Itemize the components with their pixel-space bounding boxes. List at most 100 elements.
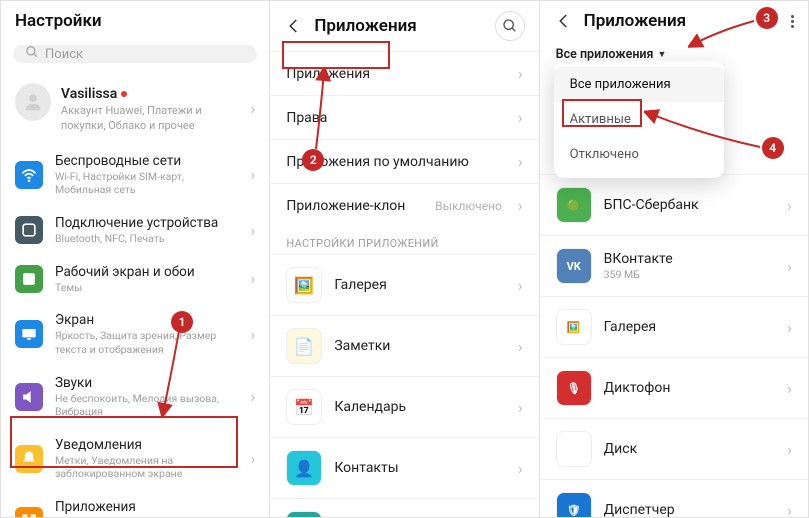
item-sub: Метки, Уведомления на заблокированном эк… — [55, 454, 239, 481]
item-sub: Не беспокоить, Мелодия вызова, Вибрация — [55, 392, 239, 419]
app-row[interactable]: 🛡 Диспетчер › — [540, 479, 808, 517]
apps-menu-item[interactable]: Приложение-клон Выключено › — [270, 183, 538, 227]
apps-top-list: Приложения › Права › Приложения по умолч… — [270, 51, 538, 227]
app-title: Календарь — [334, 399, 506, 415]
wifi-icon — [15, 161, 43, 189]
sound-icon — [15, 383, 43, 411]
apps-title: Приложения — [314, 16, 484, 36]
app-icon: 🟢 — [556, 187, 592, 223]
search-icon — [25, 45, 39, 63]
settings-item-wifi[interactable]: Беспроводные сетиWi-Fi, Настройки SIM-ка… — [1, 144, 269, 206]
app-row[interactable]: ▲ Диск › — [540, 418, 808, 479]
chevron-right-icon: › — [518, 398, 523, 417]
chevron-right-icon: › — [787, 501, 792, 518]
apps-menu-item[interactable]: Права › — [270, 95, 538, 139]
item-sub: Wi-Fi, Настройки SIM-карт, Мобильная сет… — [55, 170, 239, 197]
chevron-right-icon: › — [518, 337, 523, 356]
app-title: Диск — [604, 441, 776, 457]
avatar — [15, 83, 51, 121]
app-icon: VK — [556, 248, 592, 284]
app-icon: 🛡 — [556, 492, 592, 517]
app-row[interactable]: 👤 Контакты › — [270, 437, 538, 498]
app-icon: 👤 — [286, 450, 322, 486]
chevron-right-icon: › — [251, 512, 256, 517]
app-title: Заметки — [334, 338, 506, 354]
settings-item-apps[interactable]: ПриложенияПрава, Приложения по умолчанию… — [1, 490, 269, 517]
apps-header: Приложения — [270, 1, 538, 51]
home-icon — [15, 265, 43, 293]
chevron-right-icon: › — [251, 325, 256, 344]
apps-icon — [15, 507, 43, 517]
item-title: Приложения — [286, 66, 506, 82]
app-list-title: Приложения — [584, 11, 781, 31]
app-title: Галерея — [604, 319, 776, 335]
item-title: Беспроводные сети — [55, 153, 239, 169]
chevron-right-icon: › — [518, 108, 523, 127]
chevron-right-icon: › — [251, 449, 256, 468]
app-icon: 🖼️ — [286, 267, 322, 303]
item-sub: Яркость, Защита зрения, Размер текста и … — [55, 329, 239, 356]
item-title: Приложения — [55, 499, 239, 515]
app-title: ВКонтакте — [604, 251, 776, 267]
step-badge-3: 3 — [756, 7, 778, 29]
settings-item-display[interactable]: ЭкранЯркость, Защита зрения, Размер текс… — [1, 303, 269, 365]
app-row[interactable]: VK ВКонтакте359 МБ › — [540, 235, 808, 296]
overflow-menu[interactable] — [791, 15, 794, 28]
chevron-right-icon: › — [518, 152, 523, 171]
dropdown-triangle-icon: ▼ — [658, 49, 667, 60]
item-sub: Bluetooth, NFC, Печать — [55, 232, 239, 246]
filter-option-disabled[interactable]: Отключено — [554, 137, 724, 172]
app-row[interactable]: 📞 Службы Телефон › — [270, 498, 538, 517]
app-row[interactable]: 📅 Календарь › — [270, 376, 538, 437]
settings-title: Настройки — [15, 11, 255, 31]
app-icon: 🎙 — [556, 370, 592, 406]
apps-bottom-list: 🖼️ Галерея › 📄 Заметки › 📅 Календарь › 👤… — [270, 254, 538, 517]
settings-item-link[interactable]: Подключение устройстваBluetooth, NFC, Пе… — [1, 206, 269, 255]
item-title: Подключение устройства — [55, 215, 239, 231]
chevron-right-icon: › — [787, 196, 792, 215]
filter-dropdown: Все приложения Активные Отключено — [554, 61, 724, 178]
installed-apps-list: 🟢 БПС-Сбербанк › VK ВКонтакте359 МБ › 🖼️… — [540, 174, 808, 517]
chevron-right-icon: › — [787, 440, 792, 459]
filter-option-active[interactable]: Активные — [554, 102, 724, 137]
back-button[interactable] — [284, 16, 304, 36]
chevron-right-icon: › — [251, 387, 256, 406]
chevron-right-icon: › — [251, 165, 256, 184]
app-icon: 🖼️ — [556, 309, 592, 345]
chevron-right-icon: › — [518, 276, 523, 295]
item-title: Экран — [55, 312, 239, 328]
account-sub: Аккаунт Huawei, Платежи и покупки, Облак… — [61, 104, 241, 134]
app-row[interactable]: 🖼️ Галерея › — [270, 254, 538, 315]
settings-item-home[interactable]: Рабочий экран и обоиТемы › — [1, 255, 269, 304]
item-sub: Темы — [55, 281, 239, 295]
settings-item-bell[interactable]: УведомленияМетки, Уведомления на заблоки… — [1, 428, 269, 490]
back-button[interactable] — [554, 11, 574, 31]
settings-item-sound[interactable]: ЗвукиНе беспокоить, Мелодия вызова, Вибр… — [1, 366, 269, 428]
display-icon — [15, 320, 43, 348]
step-badge-1: 1 — [171, 311, 193, 333]
app-row[interactable]: 🖼️ Галерея › — [540, 296, 808, 357]
apps-menu-item[interactable]: Приложения › — [270, 51, 538, 95]
app-row[interactable]: 🟢 БПС-Сбербанк › — [540, 174, 808, 235]
chevron-right-icon: › — [787, 379, 792, 398]
settings-pane: Настройки Поиск Vasilissa Аккаунт Huawei… — [1, 1, 270, 517]
app-title: Контакты — [334, 460, 506, 476]
bell-icon — [15, 445, 43, 473]
search-input[interactable]: Поиск — [13, 45, 257, 63]
chevron-right-icon: › — [251, 269, 256, 288]
item-title: Права — [286, 110, 506, 126]
item-title: Приложение-клон — [286, 198, 423, 214]
app-title: Диспетчер — [604, 502, 776, 517]
item-value: Выключено — [435, 199, 502, 213]
app-row[interactable]: 🎙 Диктофон › — [540, 357, 808, 418]
search-placeholder: Поиск — [45, 47, 83, 62]
app-row[interactable]: 📄 Заметки › — [270, 315, 538, 376]
chevron-right-icon: › — [518, 196, 523, 215]
filter-label: Все приложения — [556, 47, 654, 62]
filter-option-all[interactable]: Все приложения — [554, 67, 724, 102]
account-row[interactable]: Vasilissa Аккаунт Huawei, Платежи и поку… — [1, 73, 269, 144]
section-header: НАСТРОЙКИ ПРИЛОЖЕНИЙ — [270, 227, 538, 254]
chevron-right-icon: › — [518, 64, 523, 83]
item-title: Уведомления — [55, 437, 239, 453]
search-button[interactable] — [495, 11, 525, 41]
